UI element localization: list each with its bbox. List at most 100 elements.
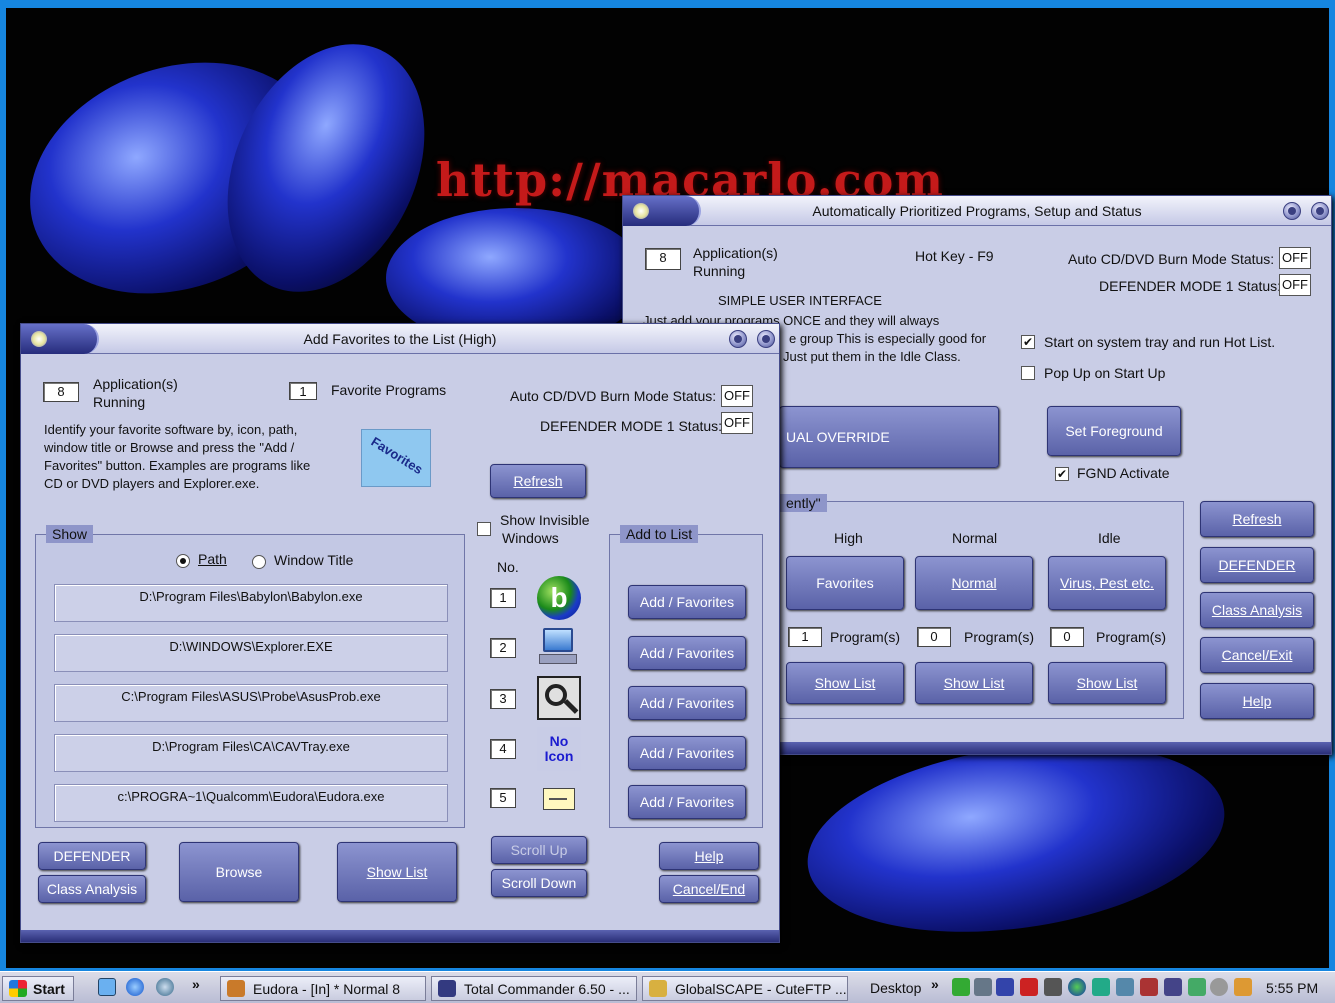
no-icon-text-1: No (549, 733, 569, 749)
task-cuteftp-label: GlobalSCAPE - CuteFTP ... (675, 981, 847, 997)
tray-app-icon[interactable] (1210, 978, 1228, 996)
internet-explorer-icon[interactable] (126, 978, 144, 996)
save-disk-icon (438, 980, 456, 997)
tray-checkbox[interactable]: ✔ (1021, 335, 1035, 349)
path-field-3[interactable]: C:\Program Files\ASUS\Probe\AsusProb.exe (54, 684, 448, 722)
normal-button[interactable]: Normal (915, 556, 1033, 610)
minimize-icon[interactable] (1283, 202, 1301, 220)
tray-app-icon[interactable] (974, 978, 992, 996)
tray-app-icon[interactable] (1140, 978, 1158, 996)
column-idle-label: Idle (1098, 530, 1121, 546)
favorites-button[interactable]: Favorites (786, 556, 904, 610)
tray-app-icon[interactable] (996, 978, 1014, 996)
show-list-button[interactable]: Show List (337, 842, 457, 902)
babylon-tray-icon[interactable] (1068, 978, 1086, 996)
class-analysis-button[interactable]: Class Analysis (1200, 592, 1314, 628)
eudora-envelope-icon[interactable] (537, 776, 581, 820)
path-field-1[interactable]: D:\Program Files\Babylon\Babylon.exe (54, 584, 448, 622)
close-icon[interactable] (757, 330, 775, 348)
class-analysis-button[interactable]: Class Analysis (38, 875, 146, 903)
path-radio-label: Path (198, 551, 227, 567)
app-count-field: 8 (43, 382, 79, 402)
path-field-2[interactable]: D:\WINDOWS\Explorer.EXE (54, 634, 448, 672)
task-cuteftp[interactable]: GlobalSCAPE - CuteFTP ... (642, 976, 848, 1001)
clock[interactable]: 5:55 PM (1266, 980, 1318, 996)
show-invisible-label-2: Windows (502, 530, 559, 546)
show-desktop-icon[interactable] (98, 978, 116, 996)
defender-status-value[interactable]: OFF (1279, 274, 1311, 296)
defender-status-value[interactable]: OFF (721, 412, 753, 434)
burn-status-label: Auto CD/DVD Burn Mode Status: (510, 388, 717, 404)
tray-app-icon[interactable] (1234, 978, 1252, 996)
add-to-list-group-label: Add to List (620, 525, 699, 543)
virus-pest-button[interactable]: Virus, Pest etc. (1048, 556, 1166, 610)
tray-app-icon[interactable] (1044, 978, 1062, 996)
programs-label: Program(s) (964, 629, 1035, 645)
add-favorites-button-1[interactable]: Add / Favorites (628, 585, 746, 619)
tray-app-icon[interactable] (1188, 978, 1206, 996)
refresh-button[interactable]: Refresh (1200, 501, 1314, 537)
defender-button[interactable]: DEFENDER (38, 842, 146, 870)
add-favorites-button-4[interactable]: Add / Favorites (628, 736, 746, 770)
help-button[interactable]: Help (659, 842, 759, 870)
favorites-window-bottombar (21, 930, 779, 942)
scroll-up-button[interactable]: Scroll Up (491, 836, 587, 864)
add-favorites-button-2[interactable]: Add / Favorites (628, 636, 746, 670)
fgnd-checkbox[interactable]: ✔ (1055, 467, 1069, 481)
add-favorites-button-5[interactable]: Add / Favorites (628, 785, 746, 819)
cancel-exit-button[interactable]: Cancel/Exit (1200, 637, 1314, 673)
cuteftp-icon (649, 980, 667, 997)
popup-checkbox[interactable] (1021, 366, 1035, 380)
start-button[interactable]: Start (2, 976, 74, 1001)
show-list-normal-button[interactable]: Show List (915, 662, 1033, 704)
show-list-idle-button[interactable]: Show List (1048, 662, 1166, 704)
path-radio[interactable] (176, 554, 190, 568)
tray-app-icon[interactable] (1020, 978, 1038, 996)
close-icon[interactable] (1311, 202, 1329, 220)
asus-probe-icon[interactable] (537, 676, 581, 720)
explorer-icon[interactable] (537, 626, 581, 670)
column-high-label: High (834, 530, 863, 546)
set-foreground-button[interactable]: Set Foreground (1047, 406, 1181, 456)
scroll-down-button[interactable]: Scroll Down (491, 869, 587, 897)
browse-button[interactable]: Browse (179, 842, 299, 902)
high-count-field: 1 (788, 627, 822, 647)
tray-app-icon[interactable] (1164, 978, 1182, 996)
tray-app-icon[interactable] (952, 978, 970, 996)
task-total-commander[interactable]: Total Commander 6.50 - ... (431, 976, 637, 1001)
babylon-icon[interactable]: b (537, 576, 581, 620)
favorite-count-field: 1 (289, 382, 317, 400)
window-title-radio[interactable] (252, 555, 266, 569)
add-favorites-button-3[interactable]: Add / Favorites (628, 686, 746, 720)
path-field-4[interactable]: D:\Program Files\CA\CAVTray.exe (54, 734, 448, 772)
burn-status-value[interactable]: OFF (1279, 247, 1311, 269)
defender-status-label: DEFENDER MODE 1 Status: (1099, 278, 1282, 294)
help-button[interactable]: Help (1200, 683, 1314, 719)
task-eudora[interactable]: Eudora - [In] * Normal 8 (220, 976, 426, 1001)
show-invisible-checkbox[interactable] (477, 522, 491, 536)
manual-override-button[interactable]: UAL OVERRIDE (779, 406, 999, 468)
tray-app-icon[interactable] (1116, 978, 1134, 996)
minimize-icon[interactable] (729, 330, 747, 348)
desktop-toolbar-label[interactable]: Desktop (870, 980, 921, 996)
cancel-end-button[interactable]: Cancel/End (659, 875, 759, 903)
quicklaunch-icon[interactable] (156, 978, 174, 996)
defender-button[interactable]: DEFENDER (1200, 547, 1314, 583)
tray-chevron[interactable]: » (931, 976, 939, 992)
burn-status-value[interactable]: OFF (721, 385, 753, 407)
tray-app-icon[interactable] (1092, 978, 1110, 996)
path-field-5[interactable]: c:\PROGRA~1\Qualcomm\Eudora\Eudora.exe (54, 784, 448, 822)
main-titlebar[interactable]: Automatically Prioritized Programs, Setu… (623, 196, 1331, 226)
instructions-text: window title or Browse and press the "Ad… (44, 440, 295, 455)
burn-status-label: Auto CD/DVD Burn Mode Status: (1068, 251, 1275, 267)
show-list-high-button[interactable]: Show List (786, 662, 904, 704)
no-icon-icon[interactable]: No Icon (537, 727, 581, 771)
number-column-label: No. (497, 559, 519, 575)
show-group: Show Path Window Title D:\Program Files\… (35, 525, 465, 828)
quicklaunch-chevron[interactable]: » (192, 976, 200, 992)
favorites-logo-text: Favorites (368, 433, 426, 478)
eudora-icon (227, 980, 245, 997)
refresh-button[interactable]: Refresh (490, 464, 586, 498)
simple-ui-text: Just put them in the Idle Class. (783, 349, 961, 364)
favorites-titlebar[interactable]: Add Favorites to the List (High) (21, 324, 779, 354)
